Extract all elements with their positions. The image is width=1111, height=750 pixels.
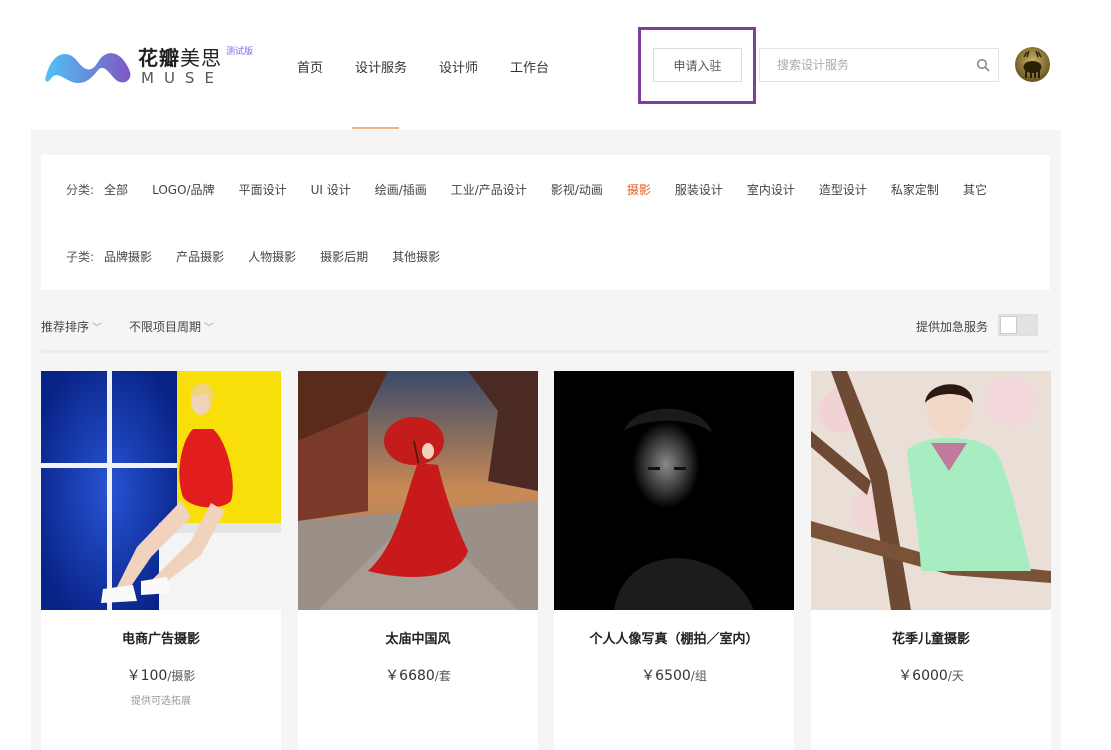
subcategory-portrait-photo[interactable]: 人物摄影 — [248, 248, 296, 265]
category-label: 分类: — [66, 183, 95, 197]
chevron-down-icon: ﹀ — [92, 323, 103, 334]
price-amount: ￥100 — [126, 668, 168, 684]
search-icon[interactable] — [976, 58, 990, 72]
price-amount: ￥6500 — [641, 668, 691, 684]
brand-subtitle: MUSE — [141, 69, 224, 87]
product-title[interactable]: 电商广告摄影 — [41, 628, 281, 647]
product-photo-child-blossom — [811, 371, 1051, 610]
category-photography[interactable]: 摄影 — [627, 181, 651, 198]
product-price: ￥6680/套 — [298, 665, 538, 685]
nav-item-home[interactable]: 首页 — [297, 57, 323, 76]
subcategory-filter-row: 子类: 品牌摄影 产品摄影 人物摄影 摄影后期 其他摄影 — [66, 248, 464, 265]
muse-logo[interactable] — [42, 42, 134, 88]
subcategory-label: 子类: — [66, 250, 95, 264]
product-price: ￥6500/组 — [554, 665, 794, 685]
category-interior-design[interactable]: 室内设计 — [747, 181, 795, 198]
category-custom[interactable]: 私家定制 — [891, 181, 939, 198]
category-industrial-design[interactable]: 工业/产品设计 — [451, 181, 527, 198]
product-card[interactable]: 花季儿童摄影 ￥6000/天 — [811, 371, 1051, 750]
product-card[interactable]: 电商广告摄影 ￥100/摄影 提供可选拓展 — [41, 371, 281, 750]
main-nav: 首页 设计服务 设计师 工作台 — [297, 57, 581, 76]
sort-bar: 推荐排序 ﹀ 不限项目周期 ﹀ 提供加急服务 — [41, 314, 1050, 340]
period-dropdown[interactable]: 不限项目周期 ﹀ — [129, 318, 214, 335]
sort-dropdown[interactable]: 推荐排序 ﹀ — [41, 318, 102, 335]
header: 花瓣美思 测试版 MUSE 首页 设计服务 设计师 工作台 申请入驻 — [0, 0, 1111, 130]
beta-badge: 测试版 — [226, 47, 254, 57]
toggle-knob — [1000, 316, 1017, 334]
product-note: 提供可选拓展 — [131, 696, 191, 707]
price-amount: ￥6680 — [385, 668, 435, 684]
brand-name-light: 美思 — [180, 46, 222, 70]
product-price: ￥100/摄影 — [41, 665, 281, 685]
urgent-service-label: 提供加急服务 — [916, 320, 989, 334]
subcategory-post-production[interactable]: 摄影后期 — [320, 248, 368, 265]
price-unit: /组 — [690, 669, 707, 683]
product-photo-fashion — [41, 371, 281, 610]
chevron-down-icon: ﹀ — [204, 323, 215, 334]
category-fashion-design[interactable]: 服装设计 — [675, 181, 723, 198]
product-price: ￥6000/天 — [811, 665, 1051, 685]
nav-item-design-services[interactable]: 设计服务 — [355, 57, 407, 76]
product-title[interactable]: 花季儿童摄影 — [811, 628, 1051, 647]
product-image[interactable] — [554, 371, 794, 610]
section-divider — [41, 350, 1050, 353]
urgent-service-toggle[interactable] — [998, 314, 1038, 336]
product-card[interactable]: 个人人像写真（棚拍／室内） ￥6500/组 — [554, 371, 794, 750]
price-amount: ￥6000 — [898, 668, 948, 684]
category-illustration[interactable]: 绘画/插画 — [375, 181, 427, 198]
subcategory-brand-photo[interactable]: 品牌摄影 — [104, 248, 152, 265]
brand-name-bold: 花瓣 — [138, 46, 180, 70]
sort-label: 推荐排序 — [41, 320, 90, 334]
category-logo-brand[interactable]: LOGO/品牌 — [152, 181, 215, 198]
product-card[interactable]: 太庙中国风 ￥6680/套 — [298, 371, 538, 750]
price-unit: /天 — [947, 669, 964, 683]
deer-avatar-icon — [1023, 50, 1042, 78]
product-photo-portrait — [554, 371, 794, 610]
filter-panel: 分类: 全部 LOGO/品牌 平面设计 UI 设计 绘画/插画 工业/产品设计 … — [41, 155, 1050, 290]
nav-active-indicator — [352, 127, 399, 129]
price-unit: /摄影 — [167, 669, 196, 683]
search-box — [759, 48, 999, 82]
nav-item-workbench[interactable]: 工作台 — [510, 57, 549, 76]
subcategory-product-photo[interactable]: 产品摄影 — [176, 248, 224, 265]
product-image[interactable] — [298, 371, 538, 610]
product-title[interactable]: 个人人像写真（棚拍／室内） — [554, 628, 794, 647]
price-unit: /套 — [434, 669, 451, 683]
product-title[interactable]: 太庙中国风 — [298, 628, 538, 647]
product-photo-temple — [298, 371, 538, 610]
product-image[interactable] — [41, 371, 281, 610]
category-film-animation[interactable]: 影视/动画 — [551, 181, 603, 198]
user-avatar[interactable] — [1015, 47, 1050, 82]
category-filter-row: 分类: 全部 LOGO/品牌 平面设计 UI 设计 绘画/插画 工业/产品设计 … — [66, 181, 1011, 198]
brand-name: 花瓣美思 — [138, 42, 222, 71]
product-image[interactable] — [811, 371, 1051, 610]
category-other[interactable]: 其它 — [963, 181, 987, 198]
apply-join-button[interactable]: 申请入驻 — [653, 48, 742, 82]
subcategory-other-photo[interactable]: 其他摄影 — [392, 248, 440, 265]
period-label: 不限项目周期 — [129, 320, 202, 334]
category-graphic-design[interactable]: 平面设计 — [239, 181, 287, 198]
nav-item-designers[interactable]: 设计师 — [439, 57, 478, 76]
category-all[interactable]: 全部 — [104, 181, 128, 198]
category-styling-design[interactable]: 造型设计 — [819, 181, 867, 198]
category-ui-design[interactable]: UI 设计 — [311, 181, 351, 198]
search-input[interactable] — [760, 49, 970, 81]
